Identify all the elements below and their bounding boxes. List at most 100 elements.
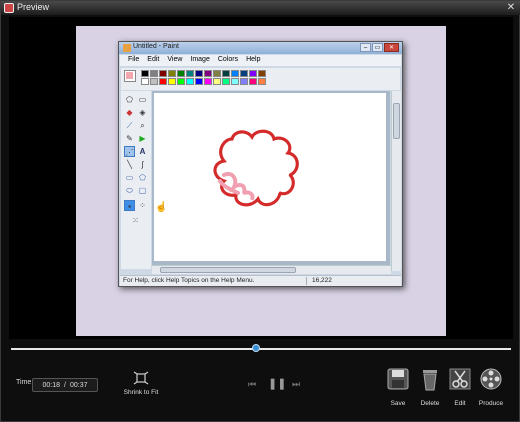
shrink-to-fit-button[interactable]: Shrink to Fit bbox=[119, 371, 163, 403]
palette-color-swatch[interactable] bbox=[222, 78, 230, 85]
paint-status-bar: For Help, click Help Topics on the Help … bbox=[120, 275, 401, 286]
free-select-icon[interactable]: ⬠ bbox=[124, 94, 135, 105]
airbrush-icon[interactable]: ⋰ bbox=[124, 146, 135, 157]
preview-window: Preview ✕ Untitled - Paint ‒ ▭ ✕ File Ed… bbox=[0, 0, 520, 422]
menu-help[interactable]: Help bbox=[242, 55, 264, 66]
shrink-to-fit-label: Shrink to Fit bbox=[123, 389, 159, 396]
status-help-text: For Help, click Help Topics on the Help … bbox=[123, 277, 255, 284]
palette-color-swatch[interactable] bbox=[258, 78, 266, 85]
edit-label: Edit bbox=[454, 400, 466, 407]
pointer-cursor-icon: ☝ bbox=[155, 202, 168, 213]
paint-title: Untitled - Paint bbox=[133, 43, 179, 50]
edit-button[interactable]: Edit bbox=[443, 367, 477, 411]
drawing-svg bbox=[213, 129, 299, 207]
text-tool-icon[interactable]: A bbox=[137, 146, 148, 157]
palette-color-swatch[interactable] bbox=[159, 78, 167, 85]
palette-color-swatch[interactable] bbox=[150, 78, 158, 85]
palette-color-swatch[interactable] bbox=[231, 70, 239, 77]
menu-file[interactable]: File bbox=[124, 55, 143, 66]
previous-icon[interactable]: ⏮ bbox=[246, 378, 258, 390]
paint-canvas[interactable] bbox=[154, 93, 386, 261]
vertical-scrollbar[interactable] bbox=[391, 91, 401, 271]
curve-icon[interactable]: ∫ bbox=[137, 159, 148, 170]
window-titlebar: Preview ✕ bbox=[1, 1, 520, 15]
palette-color-swatch[interactable] bbox=[177, 78, 185, 85]
paint-app-icon bbox=[123, 44, 131, 52]
palette-color-swatch[interactable] bbox=[249, 78, 257, 85]
fill-icon[interactable]: ◈ bbox=[137, 107, 148, 118]
status-coordinates: 16,222 bbox=[312, 277, 332, 284]
rect-select-icon[interactable]: ▭ bbox=[137, 94, 148, 105]
palette-color-swatch[interactable] bbox=[240, 70, 248, 77]
produce-label: Produce bbox=[478, 400, 504, 407]
palette-color-swatch[interactable] bbox=[249, 70, 257, 77]
film-reel-icon bbox=[480, 368, 502, 390]
magnifier-icon[interactable]: ⌕ bbox=[137, 120, 148, 131]
delete-label: Delete bbox=[420, 400, 440, 407]
palette-color-swatch[interactable] bbox=[141, 78, 149, 85]
eraser-icon[interactable]: ◆ bbox=[124, 107, 135, 118]
minimize-icon[interactable]: ‒ bbox=[360, 43, 371, 52]
menu-view[interactable]: View bbox=[163, 55, 186, 66]
palette-color-swatch[interactable] bbox=[186, 70, 194, 77]
total-time: 00:37 bbox=[69, 381, 88, 389]
scissors-icon bbox=[449, 368, 471, 390]
palette-color-swatch[interactable] bbox=[168, 78, 176, 85]
next-icon[interactable]: ⏭ bbox=[290, 378, 302, 390]
menu-image[interactable]: Image bbox=[186, 55, 213, 66]
palette-color-swatch[interactable] bbox=[159, 70, 167, 77]
rectangle-icon[interactable]: ▭ bbox=[124, 172, 135, 183]
palette-color-swatch[interactable] bbox=[150, 70, 158, 77]
line-icon[interactable]: ╲ bbox=[124, 159, 135, 170]
palette-color-swatch[interactable] bbox=[177, 70, 185, 77]
palette-color-swatch[interactable] bbox=[204, 78, 212, 85]
palette-color-swatch[interactable] bbox=[213, 78, 221, 85]
horizontal-scrollbar[interactable] bbox=[152, 265, 391, 274]
spray-size-large-icon[interactable]: ⁙ bbox=[130, 215, 141, 226]
palette-color-swatch[interactable] bbox=[168, 70, 176, 77]
paint-close-icon[interactable]: ✕ bbox=[384, 43, 399, 52]
close-icon[interactable]: ✕ bbox=[504, 2, 518, 14]
ellipse-icon[interactable]: ⬭ bbox=[124, 185, 135, 196]
horizontal-scroll-thumb[interactable] bbox=[160, 267, 296, 273]
airbrush-stroke-red bbox=[213, 129, 299, 207]
paint-menubar: File Edit View Image Colors Help bbox=[120, 55, 401, 66]
timeline-playhead[interactable] bbox=[252, 344, 260, 352]
current-time: 00:18 bbox=[42, 381, 61, 389]
produce-button[interactable]: Produce bbox=[474, 367, 508, 411]
palette-color-swatch[interactable] bbox=[195, 70, 203, 77]
spray-size-small-icon[interactable]: ⁘ bbox=[137, 200, 148, 211]
current-color-swatch bbox=[124, 70, 136, 82]
palette-color-swatch[interactable] bbox=[240, 78, 248, 85]
palette-color-swatch[interactable] bbox=[141, 70, 149, 77]
brush-icon[interactable]: ▶ bbox=[137, 133, 148, 144]
palette-color-swatch[interactable] bbox=[204, 70, 212, 77]
delete-button[interactable]: Delete bbox=[413, 367, 447, 411]
palette-color-swatch[interactable] bbox=[186, 78, 194, 85]
palette-color-swatch[interactable] bbox=[213, 70, 221, 77]
timeline-track[interactable] bbox=[11, 348, 511, 350]
brush-shape-icon[interactable]: ▪ bbox=[124, 200, 135, 211]
trash-can-icon bbox=[423, 370, 437, 391]
polygon-icon[interactable]: ⬠ bbox=[137, 172, 148, 183]
palette-color-swatch[interactable] bbox=[195, 78, 203, 85]
menu-edit[interactable]: Edit bbox=[143, 55, 163, 66]
transport-controls: ⏮ ❚❚ ⏭ bbox=[246, 378, 302, 390]
app-icon bbox=[4, 3, 14, 13]
save-label: Save bbox=[390, 400, 406, 407]
color-picker-icon[interactable]: ⟋ bbox=[124, 120, 135, 131]
pause-icon[interactable]: ❚❚ bbox=[268, 378, 286, 390]
tool-box: ⬠ ▭ ◆ ◈ ⟋ ⌕ ✎ ▶ ⋰ A ╲ ∫ ▭ ⬠ ⬭ ▢ ▪ ⁘ ⁙ bbox=[121, 91, 151, 269]
time-display: 00:18 / 00:37 bbox=[32, 378, 98, 392]
palette-color-swatch[interactable] bbox=[231, 78, 239, 85]
vertical-scroll-thumb[interactable] bbox=[393, 103, 400, 139]
floppy-disk-icon bbox=[387, 368, 409, 390]
palette-color-swatch[interactable] bbox=[222, 70, 230, 77]
palette-color-swatch[interactable] bbox=[258, 70, 266, 77]
maximize-icon[interactable]: ▭ bbox=[372, 43, 383, 52]
menu-colors[interactable]: Colors bbox=[214, 55, 242, 66]
pencil-icon[interactable]: ✎ bbox=[124, 133, 135, 144]
rounded-rect-icon[interactable]: ▢ bbox=[137, 185, 148, 196]
save-button[interactable]: Save bbox=[381, 367, 415, 411]
status-divider bbox=[306, 277, 307, 285]
